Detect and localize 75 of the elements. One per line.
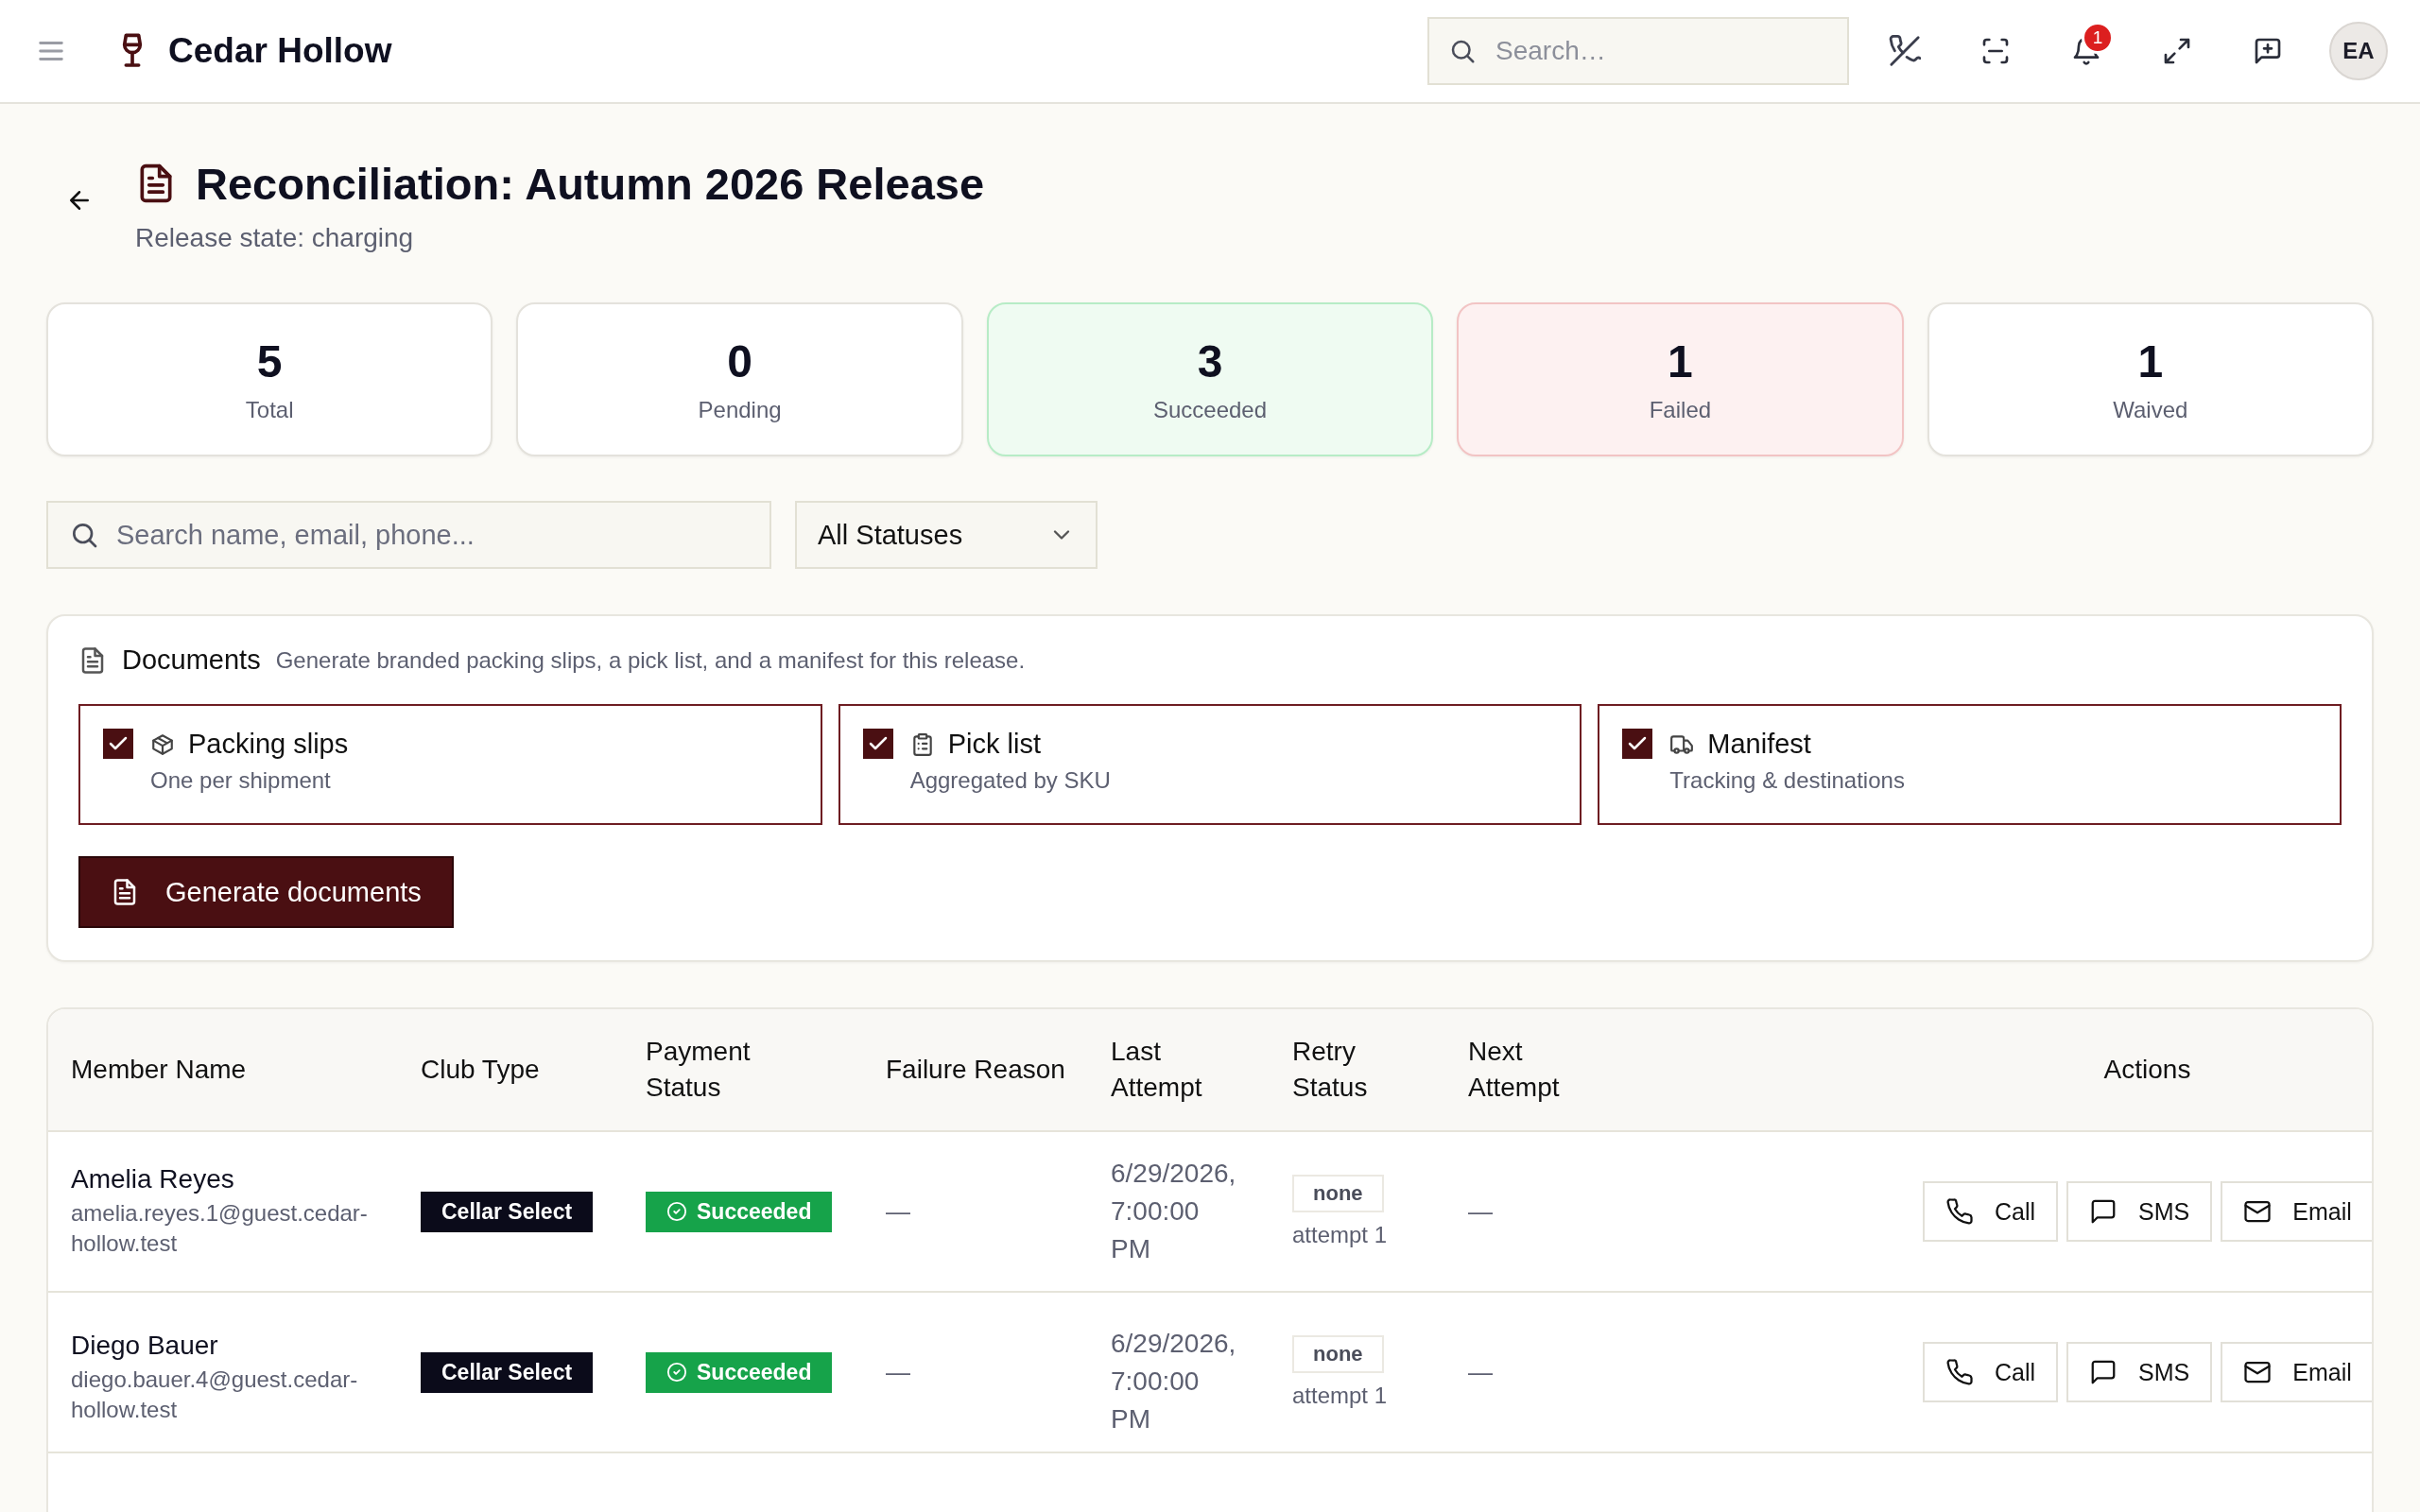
stat-label: Pending <box>698 397 782 423</box>
stat-value: 1 <box>1668 335 1693 387</box>
email-button[interactable]: Email <box>2221 1342 2372 1402</box>
option-hint: Aggregated by SKU <box>909 767 1111 794</box>
status-dropdown[interactable]: All Statuses <box>795 501 1098 569</box>
club-type-tag: Cellar Select <box>421 1191 594 1232</box>
column-header: Failure Reason <box>886 1054 1066 1086</box>
column-header: Payment Status <box>646 1036 752 1104</box>
option-hint: Tracking & destinations <box>1669 767 1905 794</box>
club-type-tag: Cellar Select <box>421 1351 594 1393</box>
payment-status-badge: Succeeded <box>646 1191 833 1232</box>
stat-label: Failed <box>1649 397 1712 423</box>
document-option[interactable]: Pick list Aggregated by SKU <box>838 704 1582 825</box>
retry-status-tag: none <box>1292 1335 1384 1373</box>
member-email: amelia.reyes.1@guest.cedar-hollow.test <box>71 1199 369 1258</box>
member-email: diego.bauer.4@guest.cedar-hollow.test <box>71 1366 359 1424</box>
last-attempt: 6/29/2026, 7:00:00 PM <box>1111 1328 1237 1435</box>
stat-value: 0 <box>727 335 752 387</box>
option-label: Pick list <box>947 729 1041 760</box>
notification-badge: 1 <box>2082 22 2114 54</box>
sms-button[interactable]: SMS <box>2066 1342 2213 1402</box>
checkbox[interactable] <box>862 729 893 759</box>
search-field[interactable]: Search… <box>1427 17 1849 85</box>
expand-icon <box>2162 36 2192 66</box>
retry-status-tag: none <box>1292 1175 1384 1212</box>
call-button[interactable]: Call <box>1923 1181 2059 1242</box>
checkbox[interactable] <box>1622 729 1653 759</box>
stat-value: 3 <box>1197 335 1223 387</box>
stat-label: Waived <box>2113 397 2188 423</box>
member-search-field[interactable]: Search name, email, phone... <box>46 501 771 569</box>
failure-reason: — <box>886 1357 910 1386</box>
next-attempt: — <box>1468 1196 1493 1226</box>
package-icon <box>150 731 175 757</box>
attempt-count: attempt 1 <box>1292 1222 1389 1248</box>
column-header: Club Type <box>421 1054 541 1086</box>
payment-status-badge: Succeeded <box>646 1351 833 1393</box>
option-hint: One per shipment <box>150 767 332 794</box>
email-button[interactable]: Email <box>2221 1181 2372 1242</box>
documents-description: Generate branded packing slips, a pick list, and a manifest for this release. <box>275 646 1026 674</box>
sms-button[interactable]: SMS <box>2066 1181 2213 1242</box>
phone-icon <box>1945 1358 1974 1386</box>
option-label: Manifest <box>1707 729 1811 760</box>
document-option[interactable]: Manifest Tracking & destinations <box>1598 704 2342 825</box>
document-option[interactable]: Packing slips One per shipment <box>78 704 822 825</box>
call-button[interactable]: Call <box>1923 1342 2059 1402</box>
failure-reason: — <box>886 1196 910 1226</box>
phone-off-icon <box>1889 35 1921 67</box>
attempt-count: attempt 1 <box>1292 1383 1389 1409</box>
check-circle-icon <box>666 1201 687 1222</box>
scan-icon <box>1980 36 2011 66</box>
stat-value: 5 <box>256 335 283 387</box>
column-header: Member Name <box>71 1054 248 1086</box>
checkbox[interactable] <box>103 729 133 759</box>
documents-title: Documents <box>122 644 261 676</box>
stat-label: Succeeded <box>1152 397 1268 423</box>
user-avatar[interactable]: EA <box>2329 22 2388 80</box>
column-header: Next Attempt <box>1468 1036 1561 1104</box>
check-circle-icon <box>666 1362 687 1383</box>
stat-label: Total <box>245 397 294 423</box>
release-state: Release state: charging <box>135 222 415 253</box>
stat-value: 1 <box>2137 335 2164 387</box>
notifications-button[interactable]: 1 <box>2057 22 2116 80</box>
generate-documents-button[interactable]: Generate documents <box>78 856 454 928</box>
phone-icon <box>1945 1197 1974 1226</box>
column-header: Actions <box>2102 1054 2192 1086</box>
column-header: Last Attempt <box>1111 1036 1203 1104</box>
option-label: Packing slips <box>188 729 349 760</box>
next-attempt: — <box>1468 1357 1493 1386</box>
member-name: Diego Bauer <box>71 1331 219 1361</box>
last-attempt: 6/29/2026, 7:00:00 PM <box>1111 1158 1237 1265</box>
column-header: Retry Status <box>1292 1036 1369 1104</box>
member-name: Amelia Reyes <box>71 1164 235 1194</box>
page-title: Reconciliation: Autumn 2026 Release <box>196 157 985 210</box>
message-plus-icon <box>2253 36 2283 66</box>
brand-name: Cedar Hollow <box>168 31 392 71</box>
